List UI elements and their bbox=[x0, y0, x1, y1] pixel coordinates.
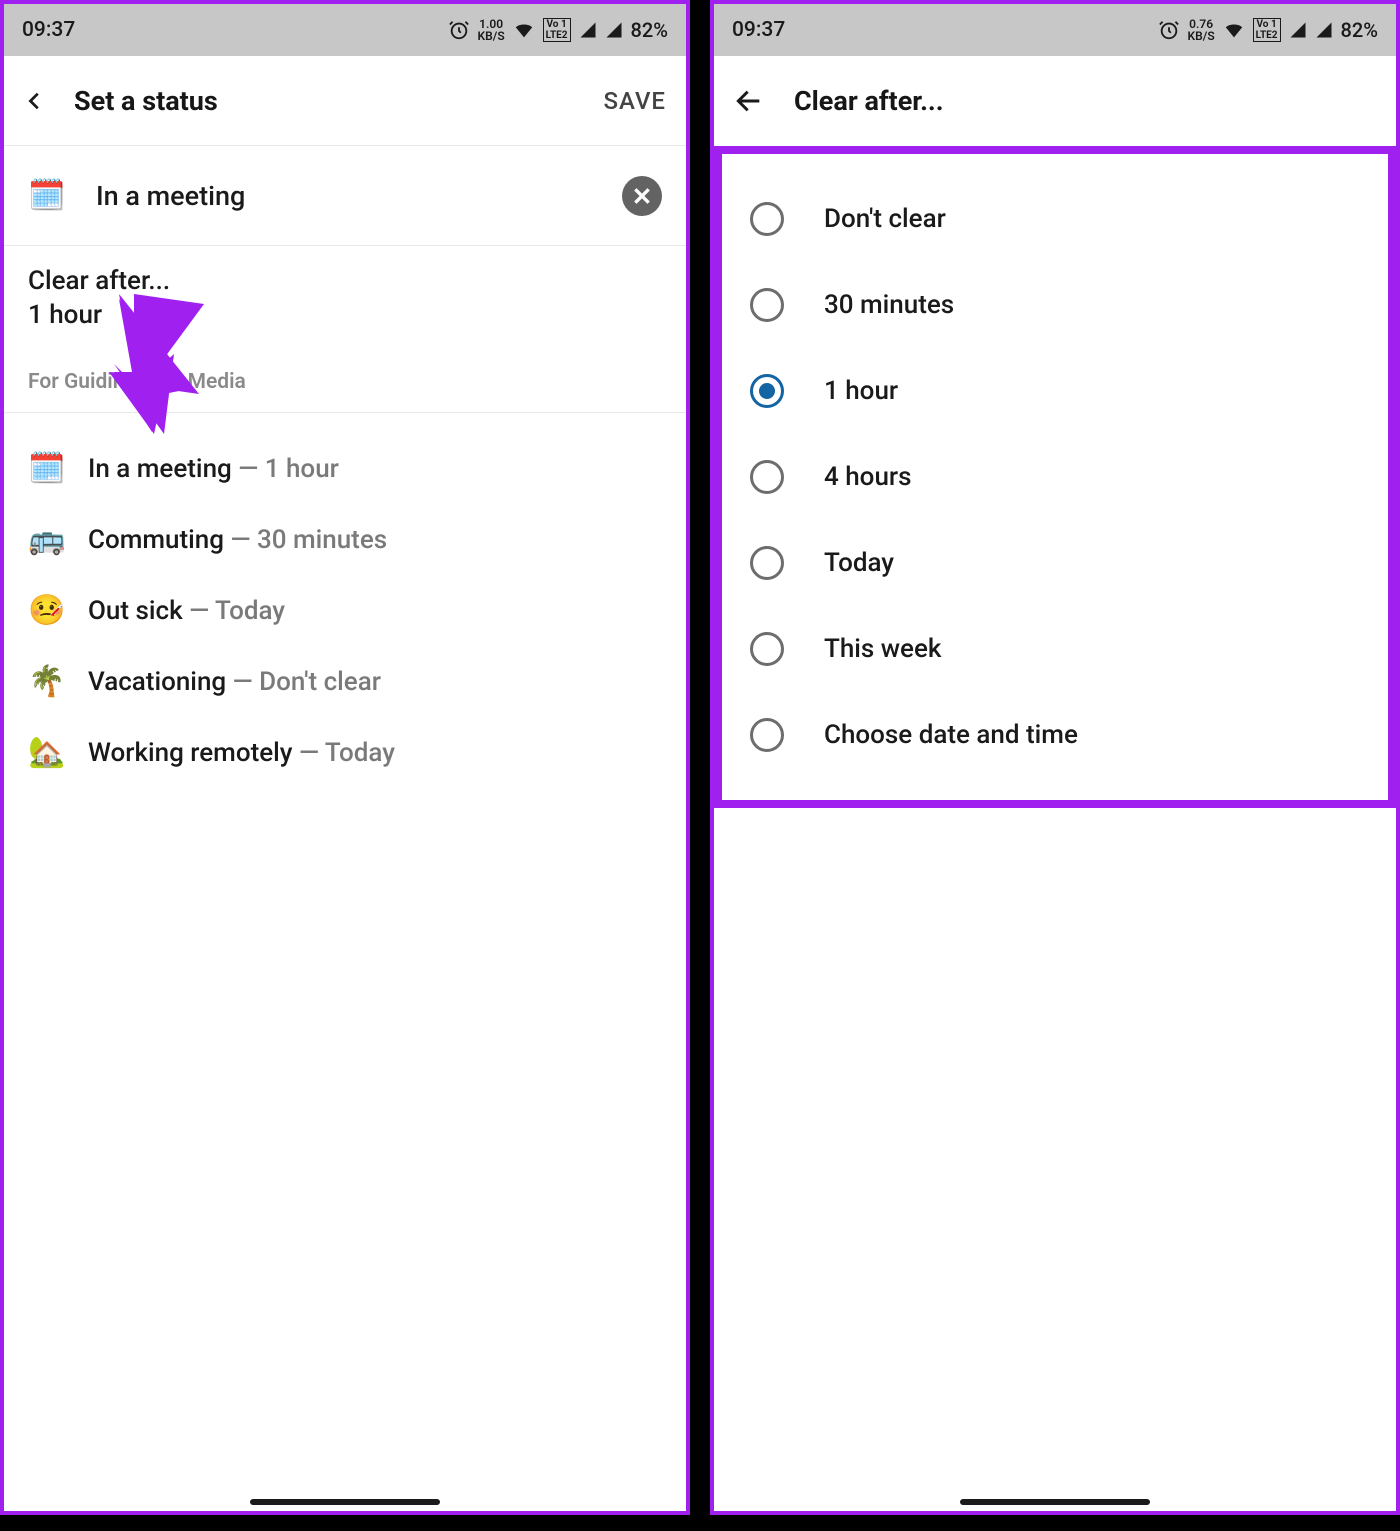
status-time: 09:37 bbox=[732, 18, 785, 42]
option-label: Choose date and time bbox=[824, 720, 1078, 750]
signal-icon-2 bbox=[605, 21, 623, 39]
signal-icon bbox=[579, 21, 597, 39]
phone-right: 09:37 0.76 KB/S Vo 1 LTE2 82% Clear afte… bbox=[710, 0, 1400, 1515]
battery-percent: 82% bbox=[1341, 18, 1378, 42]
option-30-minutes[interactable]: 30 minutes bbox=[722, 262, 1388, 348]
bus-emoji: 🚌 bbox=[28, 522, 62, 557]
option-label: Today bbox=[824, 548, 894, 578]
statusbar: 09:37 0.76 KB/S Vo 1 LTE2 82% bbox=[714, 4, 1396, 56]
wifi-icon bbox=[513, 19, 535, 41]
save-button[interactable]: SAVE bbox=[603, 87, 666, 115]
suggestion-item[interactable]: 🌴 Vacationing — Don't clear bbox=[28, 646, 662, 717]
option-label: This week bbox=[824, 634, 941, 664]
radio-icon bbox=[750, 460, 784, 494]
suggestion-duration: — Today bbox=[183, 596, 285, 626]
palm-emoji: 🌴 bbox=[28, 664, 62, 699]
signal-icon bbox=[1289, 21, 1307, 39]
status-time: 09:37 bbox=[22, 18, 75, 42]
suggestion-text: Vacationing bbox=[88, 667, 226, 697]
calendar-emoji: 🗓️ bbox=[28, 451, 62, 486]
clear-after-options: Don't clear 30 minutes 1 hour 4 hours To… bbox=[714, 146, 1396, 808]
battery-percent: 82% bbox=[631, 18, 668, 42]
option-label: 4 hours bbox=[824, 462, 911, 492]
phone-left: 09:37 1.00 KB/S Vo 1 LTE2 82% Set a stat… bbox=[0, 0, 690, 1515]
suggestion-text: Out sick bbox=[88, 596, 183, 626]
back-icon[interactable] bbox=[24, 85, 46, 117]
option-choose-date[interactable]: Choose date and time bbox=[722, 692, 1388, 778]
status-icons: 1.00 KB/S Vo 1 LTE2 82% bbox=[448, 18, 668, 42]
radio-icon bbox=[750, 546, 784, 580]
suggestion-duration: — 30 minutes bbox=[224, 525, 387, 555]
wifi-icon bbox=[1223, 19, 1245, 41]
clear-status-button[interactable] bbox=[622, 176, 662, 216]
radio-icon bbox=[750, 288, 784, 322]
option-dont-clear[interactable]: Don't clear bbox=[722, 176, 1388, 262]
suggestion-item[interactable]: 🏡 Working remotely — Today bbox=[28, 717, 662, 788]
radio-selected-icon bbox=[750, 374, 784, 408]
workspace-section-label: For GuidingTech Media bbox=[4, 370, 686, 413]
option-1-hour[interactable]: 1 hour bbox=[722, 348, 1388, 434]
signal-icon-2 bbox=[1315, 21, 1333, 39]
option-label: 1 hour bbox=[824, 376, 898, 406]
suggestion-item[interactable]: 🗓️ In a meeting — 1 hour bbox=[28, 433, 662, 504]
home-indicator[interactable] bbox=[250, 1499, 440, 1505]
lte-badge: Vo 1 LTE2 bbox=[1253, 18, 1281, 42]
header: Set a status SAVE bbox=[4, 56, 686, 146]
option-this-week[interactable]: This week bbox=[722, 606, 1388, 692]
home-indicator[interactable] bbox=[960, 1499, 1150, 1505]
house-emoji: 🏡 bbox=[28, 735, 62, 770]
suggestion-item[interactable]: 🤒 Out sick — Today bbox=[28, 575, 662, 646]
current-status-row[interactable]: 🗓️ In a meeting bbox=[4, 146, 686, 246]
option-label: 30 minutes bbox=[824, 290, 954, 320]
sick-emoji: 🤒 bbox=[28, 593, 62, 628]
clear-after-row[interactable]: Clear after... 1 hour bbox=[4, 246, 686, 370]
option-4-hours[interactable]: 4 hours bbox=[722, 434, 1388, 520]
header: Clear after... bbox=[714, 56, 1396, 146]
page-title: Clear after... bbox=[794, 85, 1376, 117]
radio-icon bbox=[750, 718, 784, 752]
status-icons: 0.76 KB/S Vo 1 LTE2 82% bbox=[1158, 18, 1378, 42]
network-speed: 0.76 KB/S bbox=[1188, 18, 1215, 42]
suggestion-item[interactable]: 🚌 Commuting — 30 minutes bbox=[28, 504, 662, 575]
suggestion-duration: — 1 hour bbox=[232, 454, 339, 484]
alarm-icon bbox=[1158, 19, 1180, 41]
page-title: Set a status bbox=[74, 85, 603, 117]
lte-badge: Vo 1 LTE2 bbox=[543, 18, 571, 42]
radio-icon bbox=[750, 202, 784, 236]
clear-after-value: 1 hour bbox=[28, 300, 662, 330]
suggestion-text: In a meeting bbox=[88, 454, 232, 484]
suggestion-text: Working remotely bbox=[88, 738, 293, 768]
option-label: Don't clear bbox=[824, 204, 946, 234]
network-speed: 1.00 KB/S bbox=[478, 18, 505, 42]
suggestion-duration: — Don't clear bbox=[226, 667, 381, 697]
suggestion-duration: — Today bbox=[293, 738, 395, 768]
statusbar: 09:37 1.00 KB/S Vo 1 LTE2 82% bbox=[4, 4, 686, 56]
alarm-icon bbox=[448, 19, 470, 41]
option-today[interactable]: Today bbox=[722, 520, 1388, 606]
radio-icon bbox=[750, 632, 784, 666]
back-arrow-icon[interactable] bbox=[734, 87, 766, 115]
suggestions-list: 🗓️ In a meeting — 1 hour 🚌 Commuting — 3… bbox=[4, 413, 686, 808]
status-input[interactable]: In a meeting bbox=[96, 180, 588, 212]
clear-after-label: Clear after... bbox=[28, 266, 662, 296]
suggestion-text: Commuting bbox=[88, 525, 224, 555]
calendar-emoji: 🗓️ bbox=[28, 178, 62, 213]
